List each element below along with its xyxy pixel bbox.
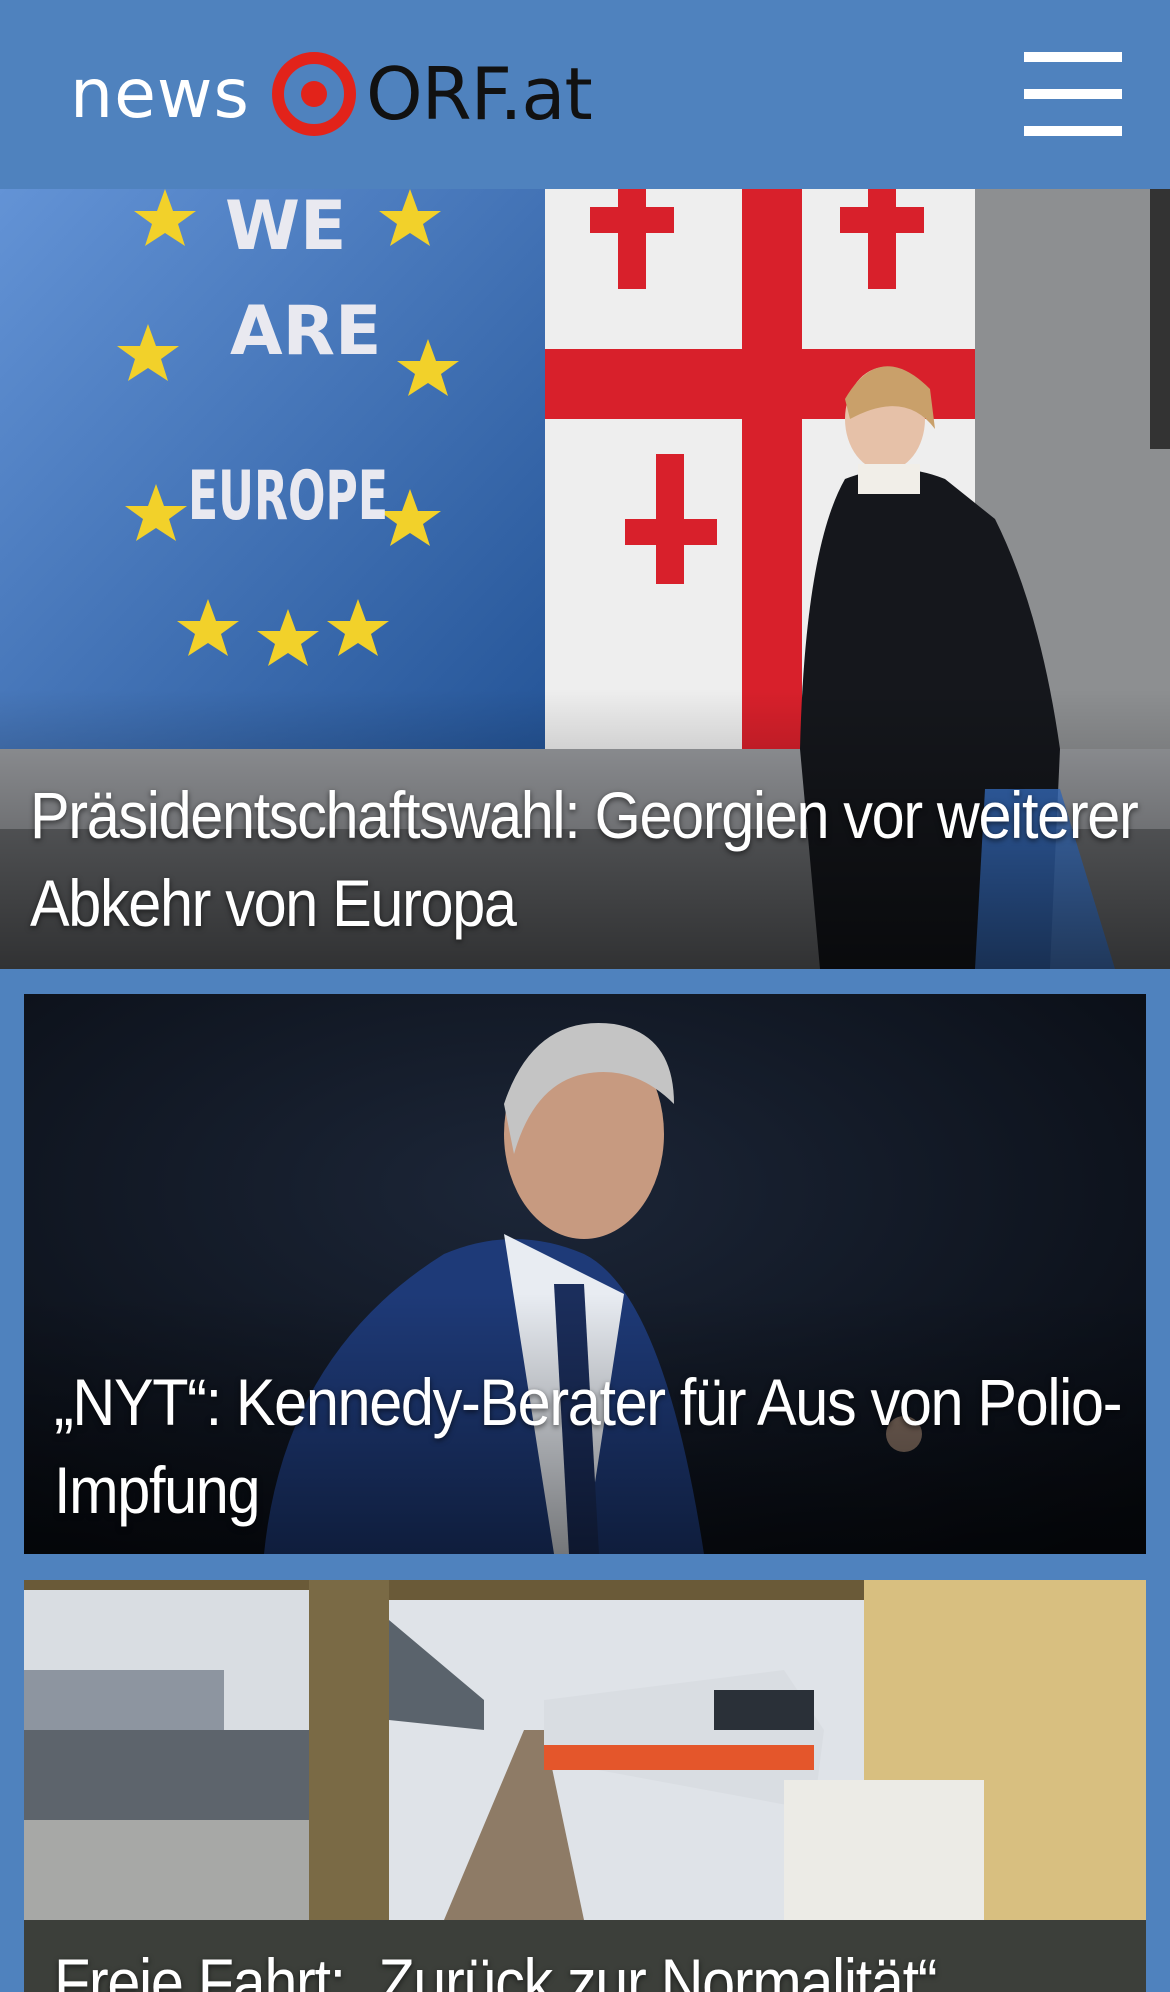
svg-text:ARE: ARE xyxy=(230,292,381,371)
story-card-hero[interactable]: WE ARE EUROPE Präsidentschaftswahl: Geor… xyxy=(0,189,1170,969)
orf-eye-logo-icon xyxy=(271,52,356,136)
story-headline: „NYT“: Kennedy-Berater für Aus von Polio… xyxy=(54,1365,1122,1527)
site-header: news ORF.at xyxy=(0,0,1170,189)
site-logo[interactable]: news ORF.at xyxy=(70,44,593,144)
story-image-train xyxy=(24,1580,1146,1992)
story-headline: Freie Fahrt: „Zurück zur Normalität“ xyxy=(54,1945,938,1992)
svg-text:WE: WE xyxy=(225,189,346,266)
logo-orf-text: ORF.at xyxy=(365,52,593,136)
story-card[interactable]: Freie Fahrt: „Zurück zur Normalität“ xyxy=(24,1580,1146,1992)
menu-button[interactable] xyxy=(1024,52,1122,136)
story-card[interactable]: „NYT“: Kennedy-Berater für Aus von Polio… xyxy=(24,994,1146,1554)
story-headline: Präsidentschaftswahl: Georgien vor weite… xyxy=(30,778,1139,940)
svg-text:EUROPE: EUROPE xyxy=(188,457,388,536)
logo-news-text: news xyxy=(70,54,250,134)
